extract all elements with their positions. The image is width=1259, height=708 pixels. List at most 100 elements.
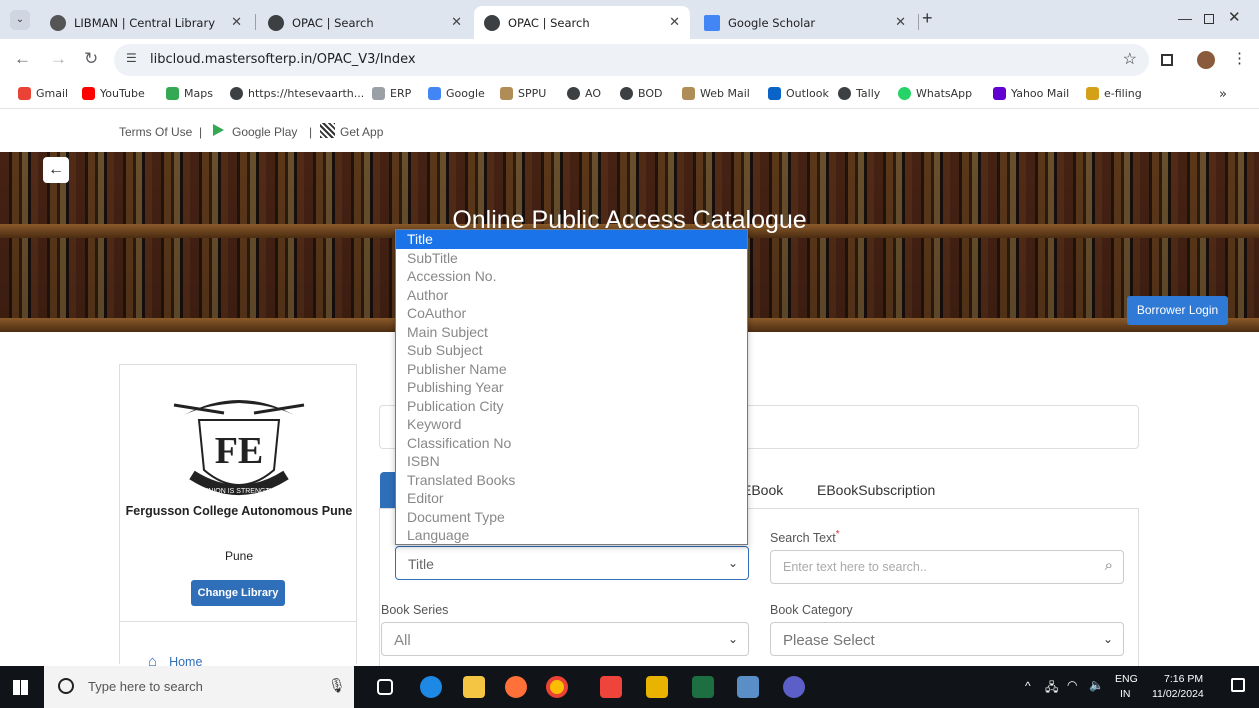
tab-ebook[interactable]: EBook: [742, 482, 783, 498]
search-by-dropdown-list[interactable]: Title SubTitle Accession No. Author CoAu…: [395, 229, 748, 545]
bookmark-yahoo-mail[interactable]: Yahoo Mail: [993, 87, 1069, 100]
close-icon[interactable]: ✕: [669, 15, 680, 30]
bookmark-youtube[interactable]: YouTube: [82, 87, 145, 100]
side-panel-icon[interactable]: [1161, 54, 1173, 66]
task-view-icon[interactable]: [377, 679, 393, 695]
dropdown-option[interactable]: Translated Books: [396, 471, 747, 490]
restore-icon[interactable]: [1204, 14, 1214, 24]
tab-google-scholar[interactable]: Google Scholar ✕: [694, 6, 916, 39]
bookmark-e-filing[interactable]: e-filing: [1086, 87, 1142, 100]
tab-opac-search-1[interactable]: OPAC | Search ✕: [258, 6, 472, 39]
edge-icon[interactable]: [420, 676, 442, 698]
excel-icon[interactable]: [692, 676, 714, 698]
microphone-icon[interactable]: 🎙: [328, 677, 346, 694]
dropdown-option[interactable]: Publisher Name: [396, 360, 747, 379]
menu-kebab-icon[interactable]: ⋮: [1232, 49, 1247, 67]
dropdown-option[interactable]: ISBN: [396, 452, 747, 471]
dropdown-option[interactable]: Publishing Year: [396, 378, 747, 397]
forward-arrow-icon[interactable]: →: [50, 49, 67, 69]
anydesk-icon[interactable]: [600, 676, 622, 698]
bookmark-whatsapp[interactable]: WhatsApp: [898, 87, 972, 100]
minimize-icon[interactable]: —: [1178, 10, 1192, 26]
firefox-icon[interactable]: [505, 676, 527, 698]
whatsapp-icon: [898, 87, 911, 100]
bookmark-tally[interactable]: Tally: [838, 87, 880, 100]
dropdown-option[interactable]: Language: [396, 526, 747, 545]
bookmark-maps[interactable]: Maps: [166, 87, 213, 100]
teams-icon[interactable]: [783, 676, 805, 698]
windows-start-icon[interactable]: [13, 680, 28, 695]
bookmark-label: Maps: [184, 87, 213, 100]
scholar-icon: [704, 14, 720, 31]
dropdown-option[interactable]: SubTitle: [396, 249, 747, 268]
bookmark-htesevaarth[interactable]: https://htesevaarth...: [230, 87, 364, 100]
network-icon[interactable]: 🖧: [1045, 678, 1058, 699]
bookmark-gmail[interactable]: Gmail: [18, 87, 68, 100]
taskbar-search-box[interactable]: Type here to search 🎙: [44, 666, 354, 708]
bookmark-label: BOD: [638, 87, 663, 100]
e-filing-icon: [1086, 87, 1099, 100]
svg-text:UNION IS STRENGTH: UNION IS STRENGTH: [203, 488, 275, 495]
ism-icon[interactable]: [646, 676, 668, 698]
book-series-select[interactable]: All ⌄: [381, 622, 749, 656]
volume-icon[interactable]: 🔈: [1089, 678, 1104, 692]
bookmark-bod[interactable]: BOD: [620, 87, 662, 100]
tab-search-chevron-icon[interactable]: ⌄: [10, 10, 30, 30]
clock-time[interactable]: 7:16 PM: [1164, 673, 1203, 685]
dropdown-option[interactable]: Document Type: [396, 508, 747, 527]
dropdown-option[interactable]: Author: [396, 286, 747, 305]
tab-libman[interactable]: LIBMAN | Central Library ✕: [40, 6, 252, 39]
address-bar[interactable]: ☰ libcloud.mastersofterp.in/OPAC_V3/Inde…: [114, 44, 1149, 76]
close-icon[interactable]: ✕: [451, 15, 462, 30]
bookmark-google[interactable]: Google: [428, 87, 485, 100]
system-tray: ^ 🖧 ◠ 🔈 ENG IN 7:16 PM 11/02/2024: [1009, 666, 1259, 708]
dropdown-option[interactable]: Sub Subject: [396, 341, 747, 360]
tray-chevron-up-icon[interactable]: ^: [1025, 679, 1031, 693]
reload-icon[interactable]: ↻: [84, 49, 98, 69]
wifi-icon[interactable]: ◠: [1067, 678, 1077, 692]
bookmark-outlook[interactable]: Outlook: [768, 87, 829, 100]
dropdown-option[interactable]: CoAuthor: [396, 304, 747, 323]
bookmark-web-mail[interactable]: Web Mail: [682, 87, 750, 100]
get-app-link[interactable]: Get App: [340, 125, 383, 139]
notifications-icon[interactable]: [1231, 678, 1245, 692]
bookmark-erp[interactable]: ERP: [372, 87, 411, 100]
dropdown-option[interactable]: Accession No.: [396, 267, 747, 286]
required-mark: *: [835, 529, 840, 540]
clock-date[interactable]: 11/02/2024: [1152, 688, 1204, 700]
avatar[interactable]: [1197, 51, 1215, 69]
notepad-icon[interactable]: [737, 676, 759, 698]
bookmark-label: Yahoo Mail: [1011, 87, 1070, 100]
back-arrow-icon[interactable]: ←: [14, 49, 31, 69]
dropdown-option[interactable]: Publication City: [396, 397, 747, 416]
bookmarks-more-icon[interactable]: »: [1219, 87, 1227, 102]
chrome-icon[interactable]: [546, 676, 568, 698]
bookmark-star-icon[interactable]: ☆: [1123, 49, 1137, 69]
close-window-icon[interactable]: ✕: [1228, 8, 1241, 26]
book-category-select[interactable]: Please Select ⌄: [770, 622, 1124, 656]
site-info-icon[interactable]: ☰: [126, 51, 137, 65]
google-play-link[interactable]: Google Play: [232, 125, 297, 139]
borrower-login-button[interactable]: Borrower Login: [1127, 296, 1228, 325]
terms-of-use-link[interactable]: Terms Of Use: [119, 125, 192, 139]
close-icon[interactable]: ✕: [231, 15, 242, 30]
tab-ebook-subscription[interactable]: EBookSubscription: [817, 482, 935, 498]
search-by-select[interactable]: Title ⌄: [395, 546, 749, 580]
dropdown-option[interactable]: Title: [396, 230, 747, 249]
new-tab-button[interactable]: +: [922, 8, 933, 29]
search-text-input[interactable]: Enter text here to search.. ⌕: [770, 550, 1124, 584]
dropdown-option[interactable]: Classification No: [396, 434, 747, 453]
search-icon[interactable]: ⌕: [1105, 557, 1113, 574]
bookmark-sppu[interactable]: SPPU: [500, 87, 546, 100]
bookmark-label: Google: [446, 87, 485, 100]
bookmark-ao[interactable]: AO: [567, 87, 601, 100]
file-explorer-icon[interactable]: [463, 676, 485, 698]
close-icon[interactable]: ✕: [895, 15, 906, 30]
tab-opac-search-active[interactable]: OPAC | Search ✕: [474, 6, 690, 39]
dropdown-option[interactable]: Keyword: [396, 415, 747, 434]
back-button[interactable]: ←: [43, 157, 69, 183]
language-indicator[interactable]: ENG: [1115, 673, 1138, 685]
dropdown-option[interactable]: Main Subject: [396, 323, 747, 342]
dropdown-option[interactable]: Editor: [396, 489, 747, 508]
change-library-button[interactable]: Change Library: [191, 580, 285, 606]
